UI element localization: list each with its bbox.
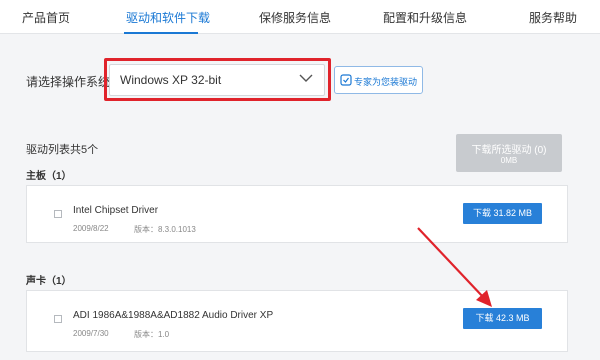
- driver-checkbox[interactable]: [54, 210, 62, 218]
- tab-product-home[interactable]: 产品首页: [22, 9, 70, 26]
- driver-date: 2009/7/30: [73, 329, 109, 338]
- category-title-soundcard: 声卡（1）: [26, 276, 72, 287]
- download-driver-button[interactable]: 下载 42.3 MB: [463, 308, 542, 329]
- driver-name: Intel Chipset Driver: [73, 205, 159, 216]
- driver-date: 2009/8/22: [73, 224, 109, 233]
- tab-config-upgrade[interactable]: 配置和升级信息: [383, 9, 467, 26]
- active-tab-underline: [124, 32, 198, 34]
- driver-version: 版本：8.3.0.1013: [134, 225, 196, 234]
- driver-version: 版本：1.0: [134, 330, 170, 339]
- expert-install-button[interactable]: 专家为您装驱动: [334, 66, 423, 94]
- tool-icon: [340, 74, 352, 86]
- tab-driver-download[interactable]: 驱动和软件下载: [126, 9, 210, 26]
- driver-checkbox[interactable]: [54, 315, 62, 323]
- tab-service-help[interactable]: 服务帮助: [529, 9, 577, 26]
- os-select-label: 请选择操作系统: [26, 75, 111, 89]
- os-select-value: Windows XP 32-bit: [120, 73, 222, 87]
- download-selected-size: 0MB: [500, 156, 518, 165]
- download-driver-button[interactable]: 下载 31.82 MB: [463, 203, 542, 224]
- tab-warranty-info[interactable]: 保修服务信息: [259, 9, 331, 26]
- download-selected-button[interactable]: 下载所选驱动 (0) 0MB: [456, 134, 562, 172]
- chevron-down-icon: [299, 74, 313, 82]
- top-tab-bar: 产品首页 驱动和软件下载 保修服务信息 配置和升级信息 服务帮助: [0, 0, 600, 34]
- driver-name: ADI 1986A&1988A&AD1882 Audio Driver XP: [73, 310, 274, 321]
- category-title-mainboard: 主板（1）: [26, 171, 72, 182]
- driver-list-count: 驱动列表共5个: [26, 144, 99, 156]
- expert-install-label: 专家为您装驱动: [354, 77, 418, 87]
- driver-card: ADI 1986A&1988A&AD1882 Audio Driver XP 2…: [26, 290, 568, 352]
- driver-card: Intel Chipset Driver 2009/8/22 版本：8.3.0.…: [26, 185, 568, 243]
- download-selected-label: 下载所选驱动 (0): [471, 145, 547, 156]
- os-select-dropdown[interactable]: Windows XP 32-bit: [109, 64, 325, 96]
